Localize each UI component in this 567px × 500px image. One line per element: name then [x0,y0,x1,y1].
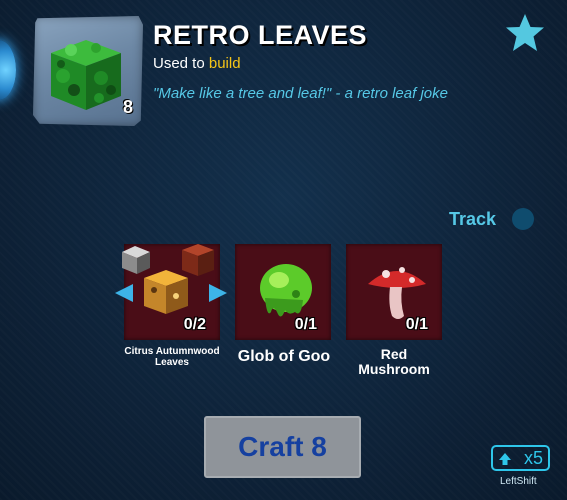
green-leaf-block-icon [51,40,121,110]
ingredient-count: 0/1 [294,316,317,333]
favorite-star-icon[interactable] [504,13,546,53]
item-count: 8 [122,97,133,117]
cycle-right-arrow-icon[interactable] [207,283,229,303]
item-flavor-quote: "Make like a tree and leaf!" - a retro l… [153,85,448,102]
ingredient-label: Red Mushroom [358,346,430,377]
ingredient-slot-citrus-autumnwood-leaves[interactable]: 0/2 [122,244,220,340]
hotkey-hint: LeftShift [500,476,537,487]
quantity-multiplier-button[interactable]: x5 [491,445,550,471]
ingredient-count: 0/2 [183,316,206,333]
used-to-action: build [208,55,241,72]
cycle-left-arrow-icon[interactable] [113,283,135,303]
ingredient-slot-red-mushroom[interactable]: 0/1 [346,244,442,340]
autumn-leaf-blocks-icon [122,244,214,314]
used-to-prefix: Used to [153,55,205,72]
multiplier-label: x5 [523,447,543,468]
ingredient-label: Citrus Autumnwood Leaves [124,346,220,368]
item-icon-frame: 8 [33,16,143,126]
used-to-line: Used to build [153,55,241,72]
track-label[interactable]: Track [449,209,496,230]
track-toggle[interactable] [512,208,534,230]
craft-button[interactable]: Craft 8 [204,416,361,478]
ingredient-slot-glob-of-goo[interactable]: 0/1 [235,244,331,340]
ingredient-count: 0/1 [405,316,428,333]
ingredient-label: Glob of Goo [237,348,331,365]
item-title: RETRO LEAVES [153,20,368,50]
shift-arrow-icon [499,453,511,465]
